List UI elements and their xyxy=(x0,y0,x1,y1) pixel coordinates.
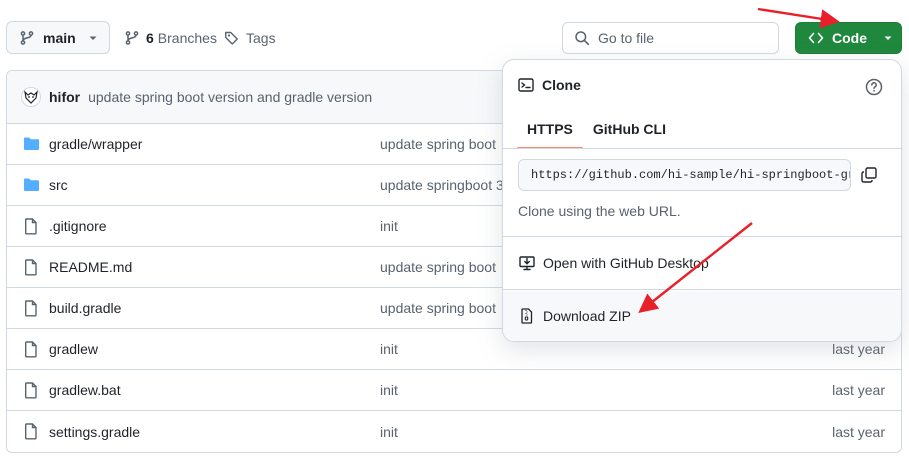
download-zip[interactable]: Download ZIP xyxy=(503,291,901,341)
desktop-download-icon xyxy=(519,256,535,271)
branches-link[interactable]: 6 Branches xyxy=(124,21,217,54)
open-desktop-label: Open with GitHub Desktop xyxy=(543,255,709,271)
open-with-github-desktop[interactable]: Open with GitHub Desktop xyxy=(503,238,901,288)
file-icon xyxy=(25,218,37,235)
file-icon xyxy=(25,423,37,440)
download-zip-label: Download ZIP xyxy=(543,308,631,324)
file-name[interactable]: gradlew xyxy=(49,341,98,357)
file-commit-message[interactable]: init xyxy=(380,424,398,440)
file-name[interactable]: .gitignore xyxy=(49,218,107,234)
git-branch-icon xyxy=(125,30,139,45)
code-button-label: Code xyxy=(832,30,867,46)
copy-icon[interactable] xyxy=(860,166,878,184)
go-to-file-input[interactable] xyxy=(598,30,768,46)
git-branch-icon xyxy=(20,30,34,45)
file-last-modified: last year xyxy=(832,341,885,357)
file-name[interactable]: gradle/wrapper xyxy=(49,136,142,152)
clone-tabs: HTTPS GitHub CLI xyxy=(517,115,676,149)
file-commit-message[interactable]: init xyxy=(380,218,398,234)
file-icon xyxy=(25,300,37,317)
tab-github-cli[interactable]: GitHub CLI xyxy=(583,115,676,149)
file-commit-message[interactable]: update spring boot xyxy=(380,259,496,275)
help-icon[interactable] xyxy=(865,78,883,96)
clone-title: Clone xyxy=(542,77,581,93)
chevron-down-icon xyxy=(89,36,97,40)
tag-icon xyxy=(225,31,238,45)
file-commit-message[interactable]: update spring boot xyxy=(380,136,496,152)
chevron-down-icon xyxy=(884,36,892,40)
file-icon xyxy=(25,341,37,358)
table-row[interactable]: settings.gradle init last year xyxy=(7,411,901,452)
file-icon xyxy=(25,259,37,276)
go-to-file-search[interactable] xyxy=(562,22,779,54)
tab-divider xyxy=(503,148,901,149)
divider xyxy=(503,289,901,290)
clone-header: Clone xyxy=(518,77,581,93)
divider xyxy=(503,236,901,237)
commit-author[interactable]: hifor xyxy=(49,89,80,105)
file-last-modified: last year xyxy=(832,423,885,440)
code-icon xyxy=(808,32,824,44)
file-commit-message[interactable]: init xyxy=(380,341,398,357)
avatar[interactable] xyxy=(21,87,41,107)
branches-count: 6 xyxy=(146,29,154,46)
file-name[interactable]: src xyxy=(49,177,68,193)
commit-message[interactable]: update spring boot version and gradle ve… xyxy=(88,89,372,105)
branches-label: Branches xyxy=(157,29,217,46)
file-last-modified: last year xyxy=(832,382,885,398)
clone-note: Clone using the web URL. xyxy=(518,203,681,219)
arrow-to-code-button xyxy=(757,7,840,29)
folder-icon xyxy=(24,178,39,191)
tab-https[interactable]: HTTPS xyxy=(517,115,583,149)
table-row[interactable]: gradlew.bat init last year xyxy=(7,370,901,411)
tags-link[interactable]: Tags xyxy=(224,21,276,54)
code-button[interactable]: Code xyxy=(795,22,902,54)
search-icon xyxy=(575,31,590,46)
file-name[interactable]: README.md xyxy=(49,259,132,275)
branch-name: main xyxy=(43,29,76,46)
file-name[interactable]: settings.gradle xyxy=(49,424,140,440)
file-commit-message[interactable]: update springboot 3 xyxy=(380,177,504,193)
file-icon xyxy=(25,382,37,399)
clone-popover: Clone HTTPS GitHub CLI Clone using the w… xyxy=(502,59,902,342)
file-commit-message[interactable]: update spring boot xyxy=(380,300,496,316)
terminal-icon xyxy=(518,78,534,92)
file-zip-icon xyxy=(521,308,533,324)
clone-url-input[interactable] xyxy=(531,168,850,182)
file-commit-message[interactable]: init xyxy=(380,382,398,398)
folder-icon xyxy=(24,137,39,150)
tags-label: Tags xyxy=(246,29,276,46)
file-name[interactable]: gradlew.bat xyxy=(49,382,121,398)
branch-selector-button[interactable]: main xyxy=(6,21,110,54)
clone-url-field[interactable] xyxy=(518,159,851,191)
file-name[interactable]: build.gradle xyxy=(49,300,121,316)
